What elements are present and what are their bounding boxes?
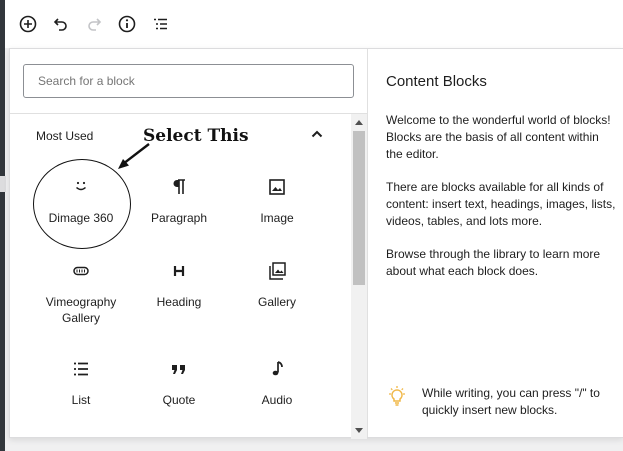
scroll-up-icon[interactable] xyxy=(355,120,363,125)
paragraph-icon xyxy=(173,179,185,194)
search-input[interactable] xyxy=(38,74,353,88)
image-icon xyxy=(269,179,285,195)
scrollbar-thumb[interactable] xyxy=(353,131,365,285)
inserter-tip: While writing, you can press "/" to quic… xyxy=(386,385,608,419)
audio-icon xyxy=(272,361,283,376)
info-button[interactable] xyxy=(115,13,138,36)
redo-button[interactable] xyxy=(82,13,105,36)
block-list[interactable]: List xyxy=(31,359,131,408)
undo-icon xyxy=(53,18,67,31)
block-label: Vimeography Gallery xyxy=(45,295,117,325)
list-view-button[interactable] xyxy=(148,13,171,36)
quote-icon xyxy=(172,365,185,374)
sidebar-collapse-tab[interactable] xyxy=(0,176,6,192)
block-label: Paragraph xyxy=(150,211,208,225)
block-quote[interactable]: Quote xyxy=(129,359,229,408)
block-inserter-popover: Most Used Dimage 360 Paragraph xyxy=(9,48,623,439)
block-label: Audio xyxy=(261,393,293,407)
help-title: Content Blocks xyxy=(386,73,487,90)
block-label: Gallery xyxy=(257,295,296,309)
help-paragraph: Browse through the library to learn more… xyxy=(386,247,601,278)
help-paragraph: There are blocks available for all kinds… xyxy=(386,180,616,228)
annotation-label: Select This xyxy=(143,126,249,146)
undo-button[interactable] xyxy=(49,13,72,36)
block-heading[interactable]: Heading xyxy=(129,261,229,310)
admin-sidebar-edge xyxy=(0,0,6,451)
block-label: List xyxy=(71,393,91,407)
vimeography-icon xyxy=(73,266,89,276)
block-label: Heading xyxy=(156,295,202,309)
search-box[interactable] xyxy=(23,64,354,98)
block-audio[interactable]: Audio xyxy=(227,359,327,408)
block-paragraph[interactable]: Paragraph xyxy=(129,177,229,226)
block-label: Dimage 360 xyxy=(48,211,114,225)
redo-icon xyxy=(87,18,101,31)
heading-icon xyxy=(173,266,185,276)
lightbulb-icon xyxy=(389,386,405,406)
smiley-icon xyxy=(76,181,86,191)
block-image[interactable]: Image xyxy=(227,177,327,226)
scroll-down-icon[interactable] xyxy=(355,428,363,433)
block-dimage-360[interactable]: Dimage 360 xyxy=(31,177,131,226)
add-block-button[interactable] xyxy=(16,13,39,36)
block-label: Image xyxy=(260,211,294,225)
chevron-up-icon[interactable] xyxy=(310,127,324,141)
list-view-icon xyxy=(153,18,167,30)
inserter-help-panel: Content Blocks Welcome to the wonderful … xyxy=(368,49,623,437)
block-gallery[interactable]: Gallery xyxy=(227,261,327,310)
info-icon xyxy=(118,15,135,33)
gallery-icon xyxy=(269,262,286,280)
block-label: Quote xyxy=(162,393,196,407)
block-vimeography-gallery[interactable]: Vimeography Gallery xyxy=(31,261,131,326)
tip-text: While writing, you can press "/" to quic… xyxy=(422,386,600,417)
add-block-icon xyxy=(19,15,36,33)
help-paragraph: Welcome to the wonderful world of blocks… xyxy=(386,113,611,161)
group-title: Most Used xyxy=(36,129,94,143)
editor-toolbar xyxy=(5,0,623,48)
list-icon xyxy=(74,362,88,376)
block-list-scrollbar[interactable] xyxy=(351,114,367,439)
divider xyxy=(10,113,367,114)
inserter-block-list: Most Used Dimage 360 Paragraph xyxy=(10,49,367,439)
